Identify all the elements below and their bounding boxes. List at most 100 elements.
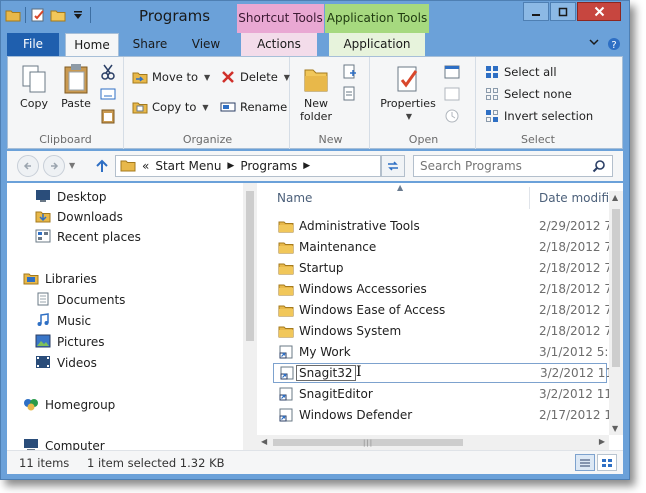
tab-file[interactable]: File (7, 33, 59, 56)
nav-item-homegroup[interactable]: Homegroup (23, 395, 115, 415)
forward-button[interactable] (43, 155, 65, 177)
copy-to-button[interactable]: Copy to ▼ (132, 97, 209, 117)
scroll-left-icon[interactable]: ◀ (261, 437, 267, 446)
back-button[interactable] (17, 155, 39, 177)
nav-item-label: Downloads (57, 210, 123, 224)
shortcut-icon (277, 344, 295, 360)
nav-item-pictures[interactable]: Pictures (35, 332, 105, 352)
paste-shortcut-icon[interactable] (98, 107, 118, 125)
select-all-button[interactable]: Select all (484, 62, 557, 82)
horizontal-scrollbar[interactable]: ◀ ||| ▶ (257, 435, 609, 450)
new-item-icon[interactable] (340, 63, 360, 81)
file-row[interactable]: Administrative Tools 2/29/2012 7:06 AM (273, 216, 611, 236)
navigation-pane: Desktop Downloads Recent places Librarie… (7, 183, 257, 450)
nav-item-desktop[interactable]: Desktop (35, 187, 107, 207)
details-view-button[interactable] (575, 454, 595, 471)
open-icon[interactable] (442, 63, 462, 81)
up-button[interactable] (93, 157, 111, 175)
copy-to-label: Copy to (152, 100, 197, 114)
expand-ribbon-icon[interactable] (589, 37, 599, 54)
address-bar[interactable]: « Start Menu ▶ Programs ▶ (115, 155, 381, 177)
properties-button[interactable]: Properties ▼ (380, 63, 436, 123)
column-divider[interactable] (529, 187, 530, 209)
ribbon-tab-row: File Home Share View Actions Application… (1, 33, 629, 56)
properties-label: Properties (380, 97, 436, 110)
computer-icon (23, 438, 39, 450)
history-icon[interactable] (442, 107, 462, 125)
copy-path-icon[interactable] (98, 85, 118, 103)
tab-home[interactable]: Home (65, 33, 119, 56)
help-icon[interactable]: ? (607, 37, 621, 54)
column-header-name[interactable]: Name (277, 191, 312, 205)
nav-item-label: Music (57, 314, 92, 328)
vertical-scrollbar[interactable]: ▲ ▼ (609, 191, 623, 435)
file-row[interactable]: Windows Defender 2/17/2012 11:08 AM (273, 405, 611, 425)
file-date-modified: 3/2/2012 11:14 AM (540, 366, 612, 380)
rename-button[interactable]: Rename (220, 97, 287, 117)
new-folder-button[interactable]: New folder (294, 63, 338, 123)
shortcut-icon (278, 365, 296, 381)
new-folder-icon[interactable] (50, 7, 66, 23)
nav-pane-scroll-thumb[interactable] (246, 191, 254, 341)
nav-item-libraries[interactable]: Libraries (23, 269, 97, 289)
tab-actions[interactable]: Actions (241, 33, 317, 56)
breadcrumb-start-menu[interactable]: Start Menu (155, 159, 221, 173)
folder-icon[interactable] (5, 7, 21, 23)
nav-item-recent-places[interactable]: Recent places (35, 227, 141, 247)
nav-item-downloads[interactable]: Downloads (35, 207, 123, 227)
breadcrumb-overflow[interactable]: « (142, 159, 149, 173)
file-row[interactable]: Windows System 2/18/2012 7:06 AM (273, 321, 611, 341)
delete-button[interactable]: Delete ▼ (220, 67, 290, 87)
tab-view[interactable]: View (181, 33, 231, 56)
details-view-icon (580, 459, 590, 466)
customize-toolbar-icon[interactable] (70, 7, 86, 23)
breadcrumb-chevron-icon[interactable]: ▶ (227, 161, 234, 171)
pictures-icon (35, 334, 51, 351)
explorer-window: Programs Shortcut Tools Application Tool… (0, 0, 630, 480)
select-none-button[interactable]: Select none (484, 84, 572, 104)
nav-item-documents[interactable]: Documents (35, 290, 125, 310)
file-date-modified: 3/2/2012 11:14 AM (539, 387, 611, 401)
maximize-button[interactable] (550, 2, 576, 21)
file-date-modified: 2/17/2012 11:08 AM (539, 408, 611, 422)
file-row[interactable]: SnagitEditor 3/2/2012 11:14 AM (273, 384, 611, 404)
search-box[interactable] (413, 155, 613, 177)
easy-access-icon[interactable] (340, 85, 360, 103)
breadcrumb-chevron-icon[interactable]: ▶ (303, 161, 310, 171)
quick-access-toolbar (5, 7, 91, 23)
rename-textbox[interactable]: Snagit32 (296, 365, 356, 381)
minimize-button[interactable] (523, 2, 549, 21)
edit-icon[interactable] (442, 85, 462, 103)
scroll-down-icon[interactable]: ▼ (612, 424, 618, 433)
vertical-scroll-thumb[interactable] (612, 209, 620, 367)
cut-icon[interactable] (98, 63, 118, 81)
scroll-right-icon[interactable]: ▶ (599, 437, 605, 446)
file-name: Maintenance (299, 240, 377, 254)
nav-item-music[interactable]: Music (35, 311, 91, 331)
recent-locations-chevron-icon[interactable]: ▼ (69, 161, 75, 170)
nav-item-videos[interactable]: Videos (35, 353, 97, 373)
file-row[interactable]: Snagit32I 3/2/2012 11:14 AM (273, 363, 612, 383)
copy-button[interactable]: Copy (12, 63, 56, 110)
select-group-label: Select (521, 133, 555, 146)
file-row[interactable]: Windows Ease of Access 2/18/2012 7:06 AM (273, 300, 611, 320)
large-icons-view-button[interactable] (597, 454, 617, 471)
file-row[interactable]: My Work 3/1/2012 5:59 PM (273, 342, 611, 362)
tab-share[interactable]: Share (125, 33, 175, 56)
nav-pane-scrollbar[interactable] (243, 183, 257, 450)
search-input[interactable] (414, 156, 584, 176)
file-row[interactable]: Maintenance 2/18/2012 7:06 AM (273, 237, 611, 257)
search-icon[interactable] (592, 159, 606, 176)
invert-selection-button[interactable]: Invert selection (484, 106, 593, 126)
tab-application[interactable]: Application (329, 33, 425, 56)
properties-icon[interactable] (30, 7, 46, 23)
close-button[interactable] (577, 2, 621, 21)
move-to-button[interactable]: Move to ▼ (132, 67, 210, 87)
scroll-up-icon[interactable]: ▲ (612, 193, 618, 202)
nav-item-computer[interactable]: Computer (23, 436, 105, 450)
breadcrumb-programs[interactable]: Programs (240, 159, 297, 173)
file-row[interactable]: Windows Accessories 2/18/2012 7:06 AM (273, 279, 611, 299)
paste-button[interactable]: Paste (54, 63, 98, 110)
refresh-button[interactable] (381, 155, 405, 177)
file-row[interactable]: Startup 2/18/2012 7:06 AM (273, 258, 611, 278)
